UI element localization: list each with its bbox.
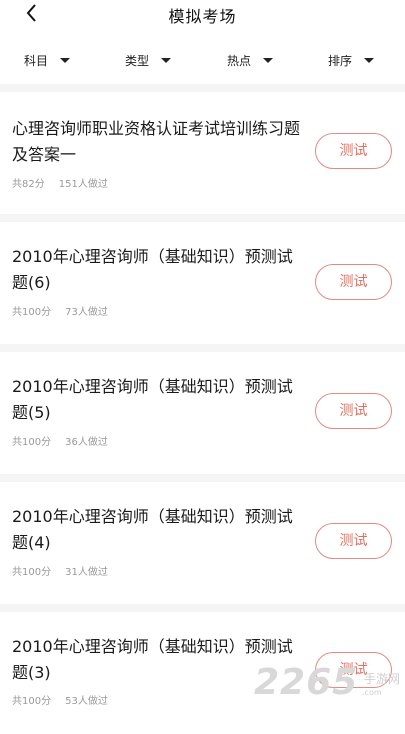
exam-meta: 共100分 53人做过 xyxy=(12,692,108,707)
exam-meta: 共82分 151人做过 xyxy=(12,175,108,190)
exam-score: 共100分 xyxy=(12,567,52,578)
exam-item[interactable]: 2010年心理咨询师（基础知识）预测试题(5) 共100分 36人做过 测试 xyxy=(0,352,405,474)
filter-bar: 科目 类型 热点 排序 xyxy=(0,40,405,80)
exam-score: 共82分 xyxy=(12,179,45,190)
test-button[interactable]: 测试 xyxy=(315,133,392,169)
exam-meta: 共100分 36人做过 xyxy=(12,433,108,448)
app-header: 模拟考场 xyxy=(0,0,405,28)
test-button[interactable]: 测试 xyxy=(315,264,392,300)
triangle-down-icon xyxy=(263,57,274,63)
filter-hot[interactable]: 热点 xyxy=(227,50,274,70)
exam-meta: 共100分 73人做过 xyxy=(12,303,108,318)
divider xyxy=(0,344,405,352)
exam-title: 2010年心理咨询师（基础知识）预测试题(5) xyxy=(12,377,293,422)
divider xyxy=(0,474,405,482)
triangle-down-icon xyxy=(60,57,71,63)
exam-score: 共100分 xyxy=(12,307,52,318)
exam-count: 53人做过 xyxy=(65,696,108,707)
page-title: 模拟考场 xyxy=(168,7,237,26)
exam-score: 共100分 xyxy=(12,437,52,448)
exam-count: 31人做过 xyxy=(65,567,108,578)
filter-label: 热点 xyxy=(227,53,252,68)
exam-score: 共100分 xyxy=(12,696,52,707)
exam-title: 心理咨询师职业资格认证考试培训练习题及答案一 xyxy=(12,119,301,164)
exam-meta: 共100分 31人做过 xyxy=(12,563,108,578)
filter-label: 科目 xyxy=(24,53,49,68)
test-button[interactable]: 测试 xyxy=(315,523,392,559)
exam-count: 151人做过 xyxy=(58,179,108,190)
exam-item[interactable]: 2010年心理咨询师（基础知识）预测试题(4) 共100分 31人做过 测试 xyxy=(0,482,405,604)
filter-type[interactable]: 类型 xyxy=(125,50,172,70)
exam-count: 73人做过 xyxy=(65,307,108,318)
divider xyxy=(0,604,405,612)
test-button[interactable]: 测试 xyxy=(315,652,392,688)
filter-subject[interactable]: 科目 xyxy=(24,50,71,70)
exam-title: 2010年心理咨询师（基础知识）预测试题(3) xyxy=(12,637,293,682)
exam-count: 36人做过 xyxy=(65,437,108,448)
filter-sort[interactable]: 排序 xyxy=(328,50,375,70)
triangle-down-icon xyxy=(161,57,172,63)
exam-item[interactable]: 2010年心理咨询师（基础知识）预测试题(6) 共100分 73人做过 测试 xyxy=(0,222,405,344)
filter-label: 排序 xyxy=(328,53,353,68)
exam-item[interactable]: 2010年心理咨询师（基础知识）预测试题(3) 共100分 53人做过 测试 xyxy=(0,612,405,734)
filter-label: 类型 xyxy=(125,53,150,68)
test-button[interactable]: 测试 xyxy=(315,393,392,429)
exam-item[interactable]: 心理咨询师职业资格认证考试培训练习题及答案一 共82分 151人做过 测试 xyxy=(0,92,405,214)
divider xyxy=(0,84,405,92)
divider xyxy=(0,214,405,222)
exam-title: 2010年心理咨询师（基础知识）预测试题(4) xyxy=(12,507,293,552)
exam-title: 2010年心理咨询师（基础知识）预测试题(6) xyxy=(12,247,293,292)
triangle-down-icon xyxy=(364,57,375,63)
